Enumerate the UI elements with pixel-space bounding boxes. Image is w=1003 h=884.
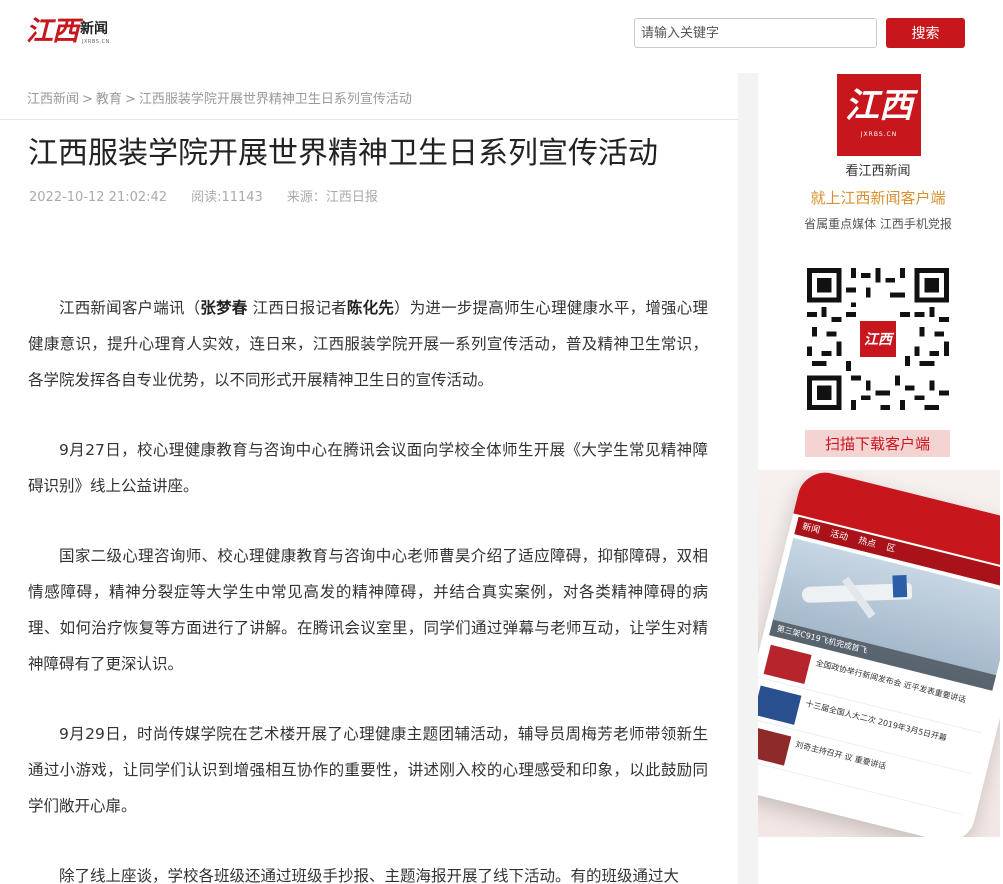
publish-date: 2022-10-12 21:02:42 [29, 190, 168, 205]
article-meta: 2022-10-12 21:02:42 阅读:11143 来源：江西日报 [29, 186, 402, 205]
app-icon-mark: 江西 [845, 86, 913, 126]
article-title: 江西服装学院开展世界精神卫生日系列宣传活动 [28, 136, 658, 171]
airplane-tail [892, 575, 908, 598]
logo-text: 新闻 [80, 21, 108, 37]
breadcrumb-divider [0, 119, 738, 120]
breadcrumb-education[interactable]: 教育 [96, 92, 122, 107]
scan-download-button[interactable]: 扫描下载客户端 [805, 430, 950, 457]
news-thumbnail [763, 644, 812, 685]
article-source: 来源：江西日报 [286, 190, 378, 205]
breadcrumb-current[interactable]: 江西服装学院开展世界精神卫生日系列宣传活动 [139, 92, 412, 107]
article-paragraph: 除了线上座谈，学校各班级还通过班级手抄报、主题海报开展了线下活动。有的班级通过大 [59, 867, 680, 884]
search-input[interactable] [634, 18, 877, 48]
breadcrumb-home[interactable]: 江西新闻 [27, 92, 79, 107]
reporter-name: 陈化先 [346, 299, 395, 317]
qr-code: 江西 [807, 268, 949, 410]
article-paragraph: 9月27日，校心理健康教育与咨询中心在腾讯会议面向学校全体师生开展《大学生常见精… [28, 441, 708, 495]
app-tagline: 省属重点媒体 江西手机党报 [804, 217, 952, 231]
article-body: 江西新闻客户端讯（张梦春 江西日报记者陈化先）为进一步提高师生心理健康水平，增强… [28, 290, 708, 884]
phone-mockup: 新闻 活动 热点 区 第三架C919飞机完成首飞 全国政协举行新闻发布会 近平发… [758, 470, 1000, 837]
news-thumbnail [758, 726, 792, 766]
news-thumbnail [758, 685, 802, 725]
read-count: 阅读:11143 [191, 190, 263, 205]
site-header: 江西 新闻 JXRBS.CN 搜索 [0, 0, 1003, 66]
app-icon[interactable]: 江西 JXRBS.CN [837, 74, 921, 156]
app-icon-subtext: JXRBS.CN [860, 131, 898, 138]
app-promo-text: 就上江西新闻客户端 [810, 189, 946, 207]
sidebar-gutter [738, 73, 758, 884]
search-button[interactable]: 搜索 [886, 18, 965, 48]
logo-mark: 江西 [26, 16, 79, 47]
author-name: 张梦春 [200, 299, 248, 317]
article-paragraph: 江西新闻客户端讯（张梦春 江西日报记者陈化先）为进一步提高师生心理健康水平，增强… [28, 299, 708, 389]
app-caption: 看江西新闻 [845, 164, 911, 179]
site-logo[interactable]: 江西 新闻 JXRBS.CN [26, 14, 118, 50]
breadcrumb: 江西新闻 > 教育 > 江西服装学院开展世界精神卫生日系列宣传活动 [27, 92, 412, 107]
app-preview-image: 新闻 活动 热点 区 第三架C919飞机完成首飞 全国政协举行新闻发布会 近平发… [758, 470, 1000, 837]
article-paragraph: 国家二级心理咨询师、校心理健康教育与咨询中心老师曹昊介绍了适应障碍，抑郁障碍，双… [28, 547, 708, 673]
qr-center-logo: 江西 [860, 321, 896, 357]
article-paragraph: 9月29日，时尚传媒学院在艺术楼开展了心理健康主题团辅活动，辅导员周梅芳老师带领… [28, 725, 708, 815]
logo-subtext: JXRBS.CN [82, 39, 110, 45]
